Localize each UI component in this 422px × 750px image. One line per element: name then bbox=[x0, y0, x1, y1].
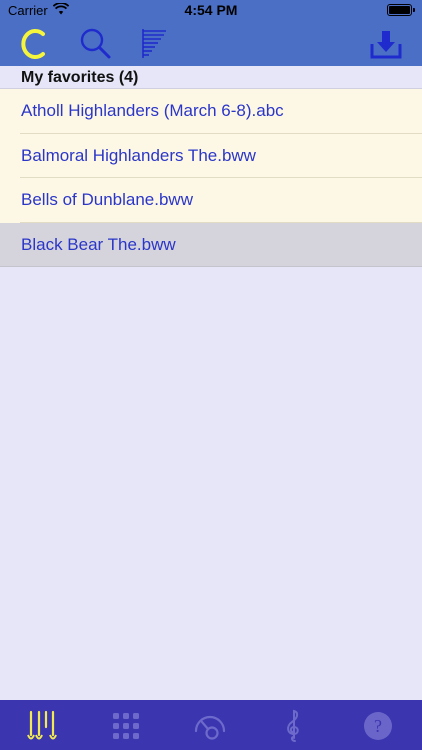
app-screen: Carrier 4:54 PM My favorites (4) Atholl … bbox=[0, 0, 422, 750]
list-item[interactable]: Atholl Highlanders (March 6-8).abc bbox=[0, 89, 422, 134]
tuner-icon bbox=[194, 715, 226, 740]
svg-text:?: ? bbox=[374, 716, 382, 736]
download-icon bbox=[370, 31, 402, 59]
tab-bar: ? bbox=[0, 700, 422, 750]
sort-list-icon bbox=[142, 29, 166, 58]
grid-icon bbox=[113, 713, 139, 739]
row-divider bbox=[0, 266, 422, 267]
battery-icon bbox=[387, 4, 415, 16]
search-button[interactable] bbox=[78, 26, 114, 62]
section-title: My favorites (4) bbox=[21, 69, 139, 86]
sort-list-button[interactable] bbox=[138, 26, 174, 62]
clock: 4:54 PM bbox=[184, 2, 238, 18]
c-logo-button[interactable] bbox=[16, 26, 52, 62]
status-bar: Carrier 4:54 PM bbox=[0, 0, 422, 22]
download-button[interactable] bbox=[368, 26, 404, 62]
favorites-list: Atholl Highlanders (March 6-8).abc Balmo… bbox=[0, 89, 422, 267]
tab-score[interactable] bbox=[277, 709, 311, 743]
help-icon: ? bbox=[364, 712, 392, 740]
file-name: Balmoral Highlanders The.bww bbox=[21, 145, 256, 165]
c-logo-icon bbox=[21, 29, 45, 59]
treble-clef-icon bbox=[287, 709, 299, 742]
tab-grid[interactable] bbox=[109, 709, 143, 743]
file-name: Atholl Highlanders (March 6-8).abc bbox=[21, 101, 284, 120]
list-item[interactable]: Balmoral Highlanders The.bww bbox=[0, 133, 422, 178]
tab-pipes[interactable] bbox=[25, 709, 59, 743]
pipes-icon bbox=[27, 710, 57, 740]
search-icon bbox=[80, 28, 111, 59]
list-item[interactable]: Bells of Dunblane.bww bbox=[0, 178, 422, 223]
file-name: Bells of Dunblane.bww bbox=[21, 190, 193, 209]
section-header: My favorites (4) bbox=[0, 66, 422, 89]
top-bar: Carrier 4:54 PM bbox=[0, 0, 422, 66]
file-name: Black Bear The.bww bbox=[21, 234, 176, 254]
list-item-selected[interactable]: Black Bear The.bww bbox=[0, 222, 422, 267]
tab-tuner[interactable] bbox=[193, 709, 227, 743]
tab-help[interactable]: ? bbox=[361, 709, 395, 743]
